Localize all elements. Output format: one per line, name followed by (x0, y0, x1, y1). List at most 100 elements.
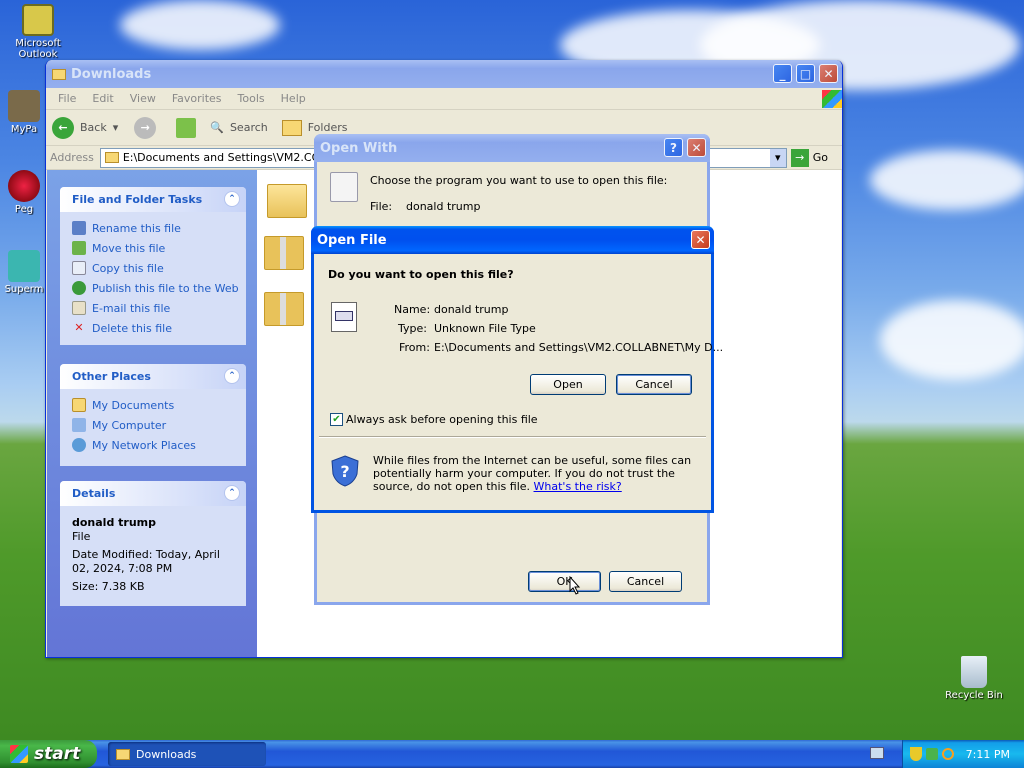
address-folder-icon (104, 152, 119, 163)
email-icon (72, 301, 86, 315)
menu-favorites[interactable]: Favorites (164, 92, 230, 105)
unknown-file-icon (331, 302, 357, 332)
recycle-bin-desktop-icon[interactable]: Recycle Bin (939, 656, 1009, 701)
mouse-cursor-icon (569, 576, 581, 595)
details-modified: Date Modified: Today, April 02, 2024, 7:… (72, 548, 220, 575)
details-name: donald trump (72, 516, 157, 529)
windows-flag-icon (10, 745, 28, 763)
help-button[interactable]: ? (664, 138, 683, 157)
mypa-desktop-icon[interactable]: MyPa (0, 90, 48, 135)
delete-x-icon: ✕ (74, 321, 84, 334)
file-label: File: (370, 200, 393, 213)
folder-icon (52, 68, 66, 80)
my-documents-icon (72, 398, 86, 412)
globe-icon (72, 281, 86, 295)
folder-item-icon[interactable] (267, 184, 307, 218)
panel-header[interactable]: Other Places ⌃ (60, 364, 246, 389)
back-dropdown-icon[interactable]: ▾ (113, 121, 119, 134)
my-network-icon (72, 438, 86, 452)
task-publish[interactable]: Publish this file to the Web (72, 278, 239, 298)
search-button[interactable]: Search (230, 121, 268, 134)
zip-folder-icon[interactable] (264, 292, 304, 326)
forward-arrow-icon[interactable]: → (134, 116, 157, 139)
menu-view[interactable]: View (122, 92, 164, 105)
details-type: File (72, 530, 91, 543)
ok-button[interactable]: OK (528, 571, 601, 592)
superm-desktop-icon[interactable]: Superm (0, 250, 48, 295)
folders-icon[interactable] (281, 119, 302, 136)
close-button[interactable]: ✕ (687, 138, 706, 157)
back-arrow-icon[interactable]: ← (52, 116, 74, 139)
task-copy[interactable]: Copy this file (72, 258, 234, 278)
search-tray-icon[interactable] (941, 748, 954, 760)
system-tray: 7:11 PM (902, 740, 1024, 768)
network-icon[interactable] (925, 748, 938, 760)
close-button[interactable]: ✕ (691, 230, 710, 249)
panel-header[interactable]: Details ⌃ (60, 481, 246, 506)
cancel-button[interactable]: Cancel (609, 571, 682, 592)
taskbar: start Downloads 7:11 PM (0, 740, 1024, 768)
always-ask-checkbox[interactable]: ✔ (330, 413, 343, 426)
maximize-button[interactable]: □ (796, 64, 815, 83)
menu-file[interactable]: File (50, 92, 84, 105)
always-ask-label[interactable]: Always ask before opening this file (346, 413, 538, 426)
shield-icon: ? (331, 455, 359, 487)
search-icon[interactable]: 🔍 (210, 121, 224, 134)
superm-icon (8, 250, 40, 282)
search-document-icon (330, 172, 358, 202)
explorer-titlebar[interactable]: Downloads _ □ ✕ (46, 60, 842, 88)
minimize-button[interactable]: _ (773, 64, 792, 83)
place-my-network[interactable]: My Network Places (72, 435, 234, 455)
back-button[interactable]: Back (80, 121, 107, 134)
desktop: Microsoft Outlook MyPa Peg Superm Recycl… (0, 0, 1024, 740)
name-value: donald trump (434, 303, 509, 316)
go-arrow-icon[interactable]: → (790, 148, 809, 167)
collapse-chevron-icon[interactable]: ⌃ (224, 191, 240, 207)
menu-tools[interactable]: Tools (230, 92, 273, 105)
menu-help[interactable]: Help (273, 92, 314, 105)
menu-bar: File Edit View Favorites Tools Help (46, 88, 842, 110)
folders-button[interactable]: Folders (308, 121, 348, 134)
from-value: E:\Documents and Settings\VM2.COLLABNET\… (434, 341, 724, 354)
peg-desktop-icon[interactable]: Peg (0, 170, 48, 215)
open-file-dialog: Open File ✕ Do you want to open this fil… (311, 226, 723, 513)
copy-icon (72, 261, 86, 275)
taskbar-button-downloads[interactable]: Downloads (108, 742, 266, 766)
cancel-button[interactable]: Cancel (616, 374, 692, 395)
recycle-bin-icon (961, 656, 987, 688)
outlook-desktop-icon[interactable]: Microsoft Outlook (3, 4, 73, 60)
open-button[interactable]: Open (530, 374, 606, 395)
open-file-titlebar[interactable]: Open File ✕ (311, 226, 714, 254)
type-value: Unknown File Type (434, 322, 536, 335)
up-folder-icon[interactable] (176, 117, 197, 138)
go-button[interactable]: Go (813, 151, 828, 164)
open-file-question: Do you want to open this file? (328, 268, 514, 281)
keyboard-icon[interactable] (870, 747, 884, 759)
task-delete[interactable]: ✕ Delete this file (72, 318, 234, 338)
open-with-titlebar[interactable]: Open With ? ✕ (314, 134, 710, 162)
collapse-chevron-icon[interactable]: ⌃ (224, 485, 240, 501)
peg-icon (8, 170, 40, 202)
place-my-computer[interactable]: My Computer (72, 415, 234, 435)
security-shield-icon[interactable] (909, 747, 922, 761)
move-icon (72, 241, 86, 255)
close-button[interactable]: ✕ (819, 64, 838, 83)
rename-icon (72, 221, 86, 235)
collapse-chevron-icon[interactable]: ⌃ (224, 368, 240, 384)
from-label: From: (399, 341, 430, 354)
task-move[interactable]: Move this file (72, 238, 234, 258)
file-folder-tasks-panel: File and Folder Tasks ⌃ Rename this file … (60, 187, 246, 345)
whats-the-risk-link[interactable]: What's the risk? (534, 480, 622, 493)
menu-edit[interactable]: Edit (84, 92, 121, 105)
task-email[interactable]: E-mail this file (72, 298, 234, 318)
windows-logo-icon (822, 89, 842, 108)
task-rename[interactable]: Rename this file (72, 218, 234, 238)
zip-folder-icon[interactable] (264, 236, 304, 270)
clock[interactable]: 7:11 PM (966, 748, 1010, 761)
address-label: Address (50, 151, 94, 164)
panel-header[interactable]: File and Folder Tasks ⌃ (60, 187, 246, 212)
address-dropdown-icon[interactable]: ▾ (769, 148, 786, 167)
start-button[interactable]: start (0, 740, 97, 768)
place-my-documents[interactable]: My Documents (72, 395, 234, 415)
warning-text-block: While files from the Internet can be use… (373, 454, 701, 493)
